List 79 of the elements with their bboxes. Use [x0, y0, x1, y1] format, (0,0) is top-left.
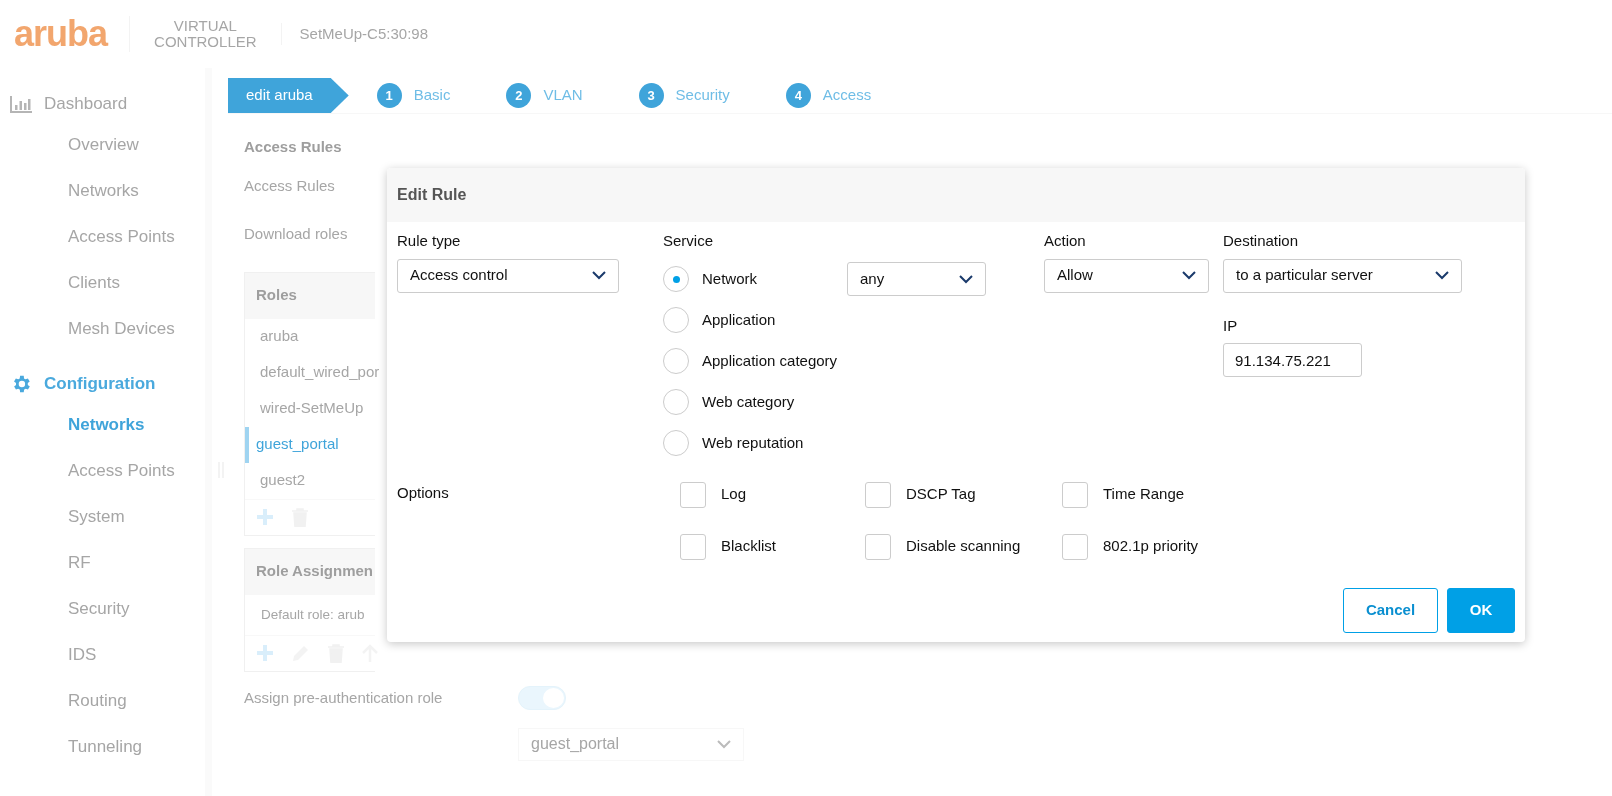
radio-label[interactable]: Network — [702, 267, 757, 291]
aruba-logo: aruba — [14, 16, 131, 52]
ip-input-field[interactable]: 91.134.75.221 — [1223, 343, 1362, 377]
step-label[interactable]: Basic — [413, 84, 451, 107]
checkbox[interactable] — [865, 533, 891, 560]
sidebar-section-title[interactable]: Configuration — [44, 371, 156, 397]
step-number: 4 — [785, 83, 811, 108]
step-label[interactable]: Security — [675, 84, 730, 107]
chevron-icon — [1182, 271, 1196, 280]
role-item[interactable]: wired-SetMeUp — [245, 390, 375, 427]
role-item[interactable]: aruba — [245, 318, 375, 355]
field-label: Action — [1044, 231, 1087, 251]
radio-label[interactable]: Web reputation — [702, 431, 804, 455]
field-label: IP — [1223, 315, 1239, 336]
step-number: 1 — [376, 83, 402, 108]
service-select[interactable]: any — [847, 262, 986, 296]
ok-button[interactable]: OK — [1447, 588, 1515, 633]
device-name: SetMeUp-C5:30:98 — [280, 22, 428, 46]
sidebar-item[interactable]: Clients — [0, 260, 205, 306]
role-assignment-item: Default role: arub — [260, 605, 366, 624]
field-label: Service — [663, 231, 715, 251]
checkbox-label[interactable]: Disable scanning — [906, 535, 1021, 558]
chevron-icon — [592, 271, 606, 280]
step-label[interactable]: Access — [822, 84, 872, 107]
sidebar-item[interactable]: Tunneling — [0, 724, 205, 770]
checkbox-label[interactable]: Blacklist — [721, 535, 776, 558]
field-label: Download roles — [244, 224, 348, 244]
role-select[interactable]: guest_portal — [518, 727, 744, 761]
field-label: Destination — [1223, 231, 1300, 251]
checkbox-label[interactable]: Log — [721, 483, 747, 506]
field-label: Assign pre-authentication role — [244, 687, 444, 708]
plus-icon — [256, 644, 274, 663]
bar-chart-icon — [10, 95, 32, 113]
checkbox-label[interactable]: 802.1p priority — [1103, 535, 1199, 558]
radio-label[interactable]: Web category — [702, 390, 795, 414]
radio-label[interactable]: Application category — [702, 349, 838, 373]
checkbox[interactable] — [1062, 533, 1088, 560]
sidebar-section-title[interactable]: Dashboard — [44, 91, 128, 117]
sidebar-item[interactable]: Overview — [0, 122, 205, 168]
sidebar-item[interactable]: Mesh Devices — [0, 306, 205, 352]
sidebar-item[interactable]: RF — [0, 540, 205, 586]
step-label[interactable]: VLAN — [543, 84, 583, 107]
plus-icon — [256, 508, 274, 526]
checkbox-label[interactable]: Time Range — [1103, 483, 1185, 506]
panel-header: Roles — [245, 272, 375, 319]
sidebar-item[interactable]: Networks — [0, 168, 205, 214]
checkbox[interactable] — [865, 481, 891, 508]
step-number: 2 — [506, 83, 532, 108]
sidebar-item[interactable]: IDS — [0, 632, 205, 678]
checkbox-label[interactable]: DSCP Tag — [906, 483, 976, 506]
step-number: 3 — [638, 83, 664, 108]
chevron-icon — [959, 274, 973, 284]
field-label: Access Rules — [244, 175, 335, 196]
radio-label[interactable]: Application — [702, 308, 776, 332]
sidebar-item[interactable]: System — [0, 494, 205, 540]
section-title: Access Rules — [244, 137, 342, 157]
sidebar-item[interactable]: Access Points — [0, 448, 205, 494]
current-step[interactable]: edit aruba — [228, 78, 349, 113]
checkbox[interactable] — [680, 533, 706, 560]
sidebar-item[interactable]: Networks — [0, 402, 205, 448]
cancel-button[interactable]: Cancel — [1343, 588, 1438, 633]
toggle-switch[interactable] — [518, 685, 566, 710]
chevron-icon — [1435, 271, 1449, 280]
action-select[interactable]: Allow — [1044, 258, 1209, 293]
panel-header: Role Assignmen — [245, 548, 375, 595]
sidebar-item[interactable]: Security — [0, 586, 205, 632]
field-label: Rule type — [397, 231, 462, 251]
role-item[interactable]: guest_portal — [245, 426, 375, 463]
sidebar-item[interactable]: Routing — [0, 678, 205, 724]
dialog-title: Edit Rule — [387, 168, 1525, 222]
rule-type-select[interactable]: Access control — [397, 258, 619, 293]
role-item[interactable]: guest2 — [245, 462, 375, 499]
sidebar-item[interactable]: Access Points — [0, 214, 205, 260]
product-name: VIRTUAL CONTROLLER — [153, 17, 258, 51]
checkbox[interactable] — [680, 481, 706, 508]
checkbox[interactable] — [1062, 481, 1088, 508]
field-label: Options — [397, 482, 450, 503]
destination-select[interactable]: to a particular server — [1223, 258, 1462, 293]
chevron-icon — [717, 739, 731, 749]
